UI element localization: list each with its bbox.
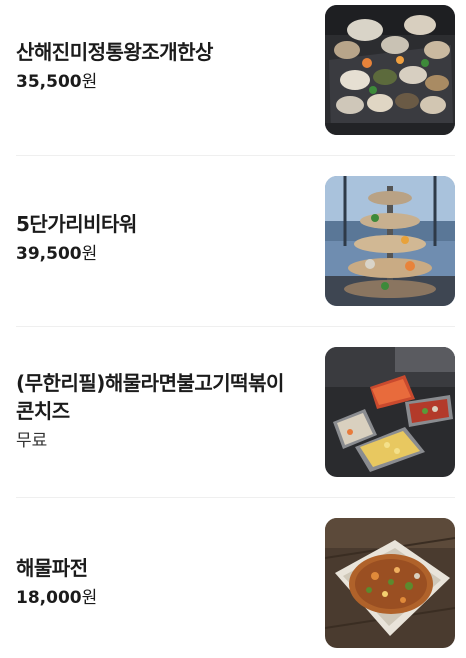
menu-item-info: 산해진미정통왕조개한상 35,500원 [16, 38, 306, 93]
clam-platter-photo-icon [325, 5, 455, 135]
menu-item-unlimited-sides[interactable]: (무한리필)해물라면불고기떡볶이콘치즈 무료 [0, 327, 466, 497]
side-dishes-photo-icon [325, 347, 455, 477]
menu-item-clam-platter[interactable]: 산해진미정통왕조개한상 35,500원 [0, 0, 466, 155]
price-amount: 35,500 [16, 72, 82, 92]
menu-list: 산해진미정통왕조개한상 35,500원 5단가리비타워 39,500원 (무한리… [0, 0, 466, 658]
price-amount: 18,000 [16, 588, 82, 608]
price-amount: 39,500 [16, 244, 82, 264]
menu-item-name: (무한리필)해물라면불고기떡볶이콘치즈 [16, 369, 306, 425]
menu-item-info: (무한리필)해물라면불고기떡볶이콘치즈 무료 [16, 369, 306, 452]
menu-item-scallop-tower[interactable]: 5단가리비타워 39,500원 [0, 156, 466, 326]
price-unit: 원 [81, 244, 98, 264]
price-unit: 원 [81, 72, 98, 92]
price-unit: 원 [81, 588, 98, 608]
menu-item-seafood-pancake[interactable]: 해물파전 18,000원 [0, 498, 466, 658]
menu-item-name-line1: (무한리필)해물라면불고기떡볶이 [16, 371, 284, 395]
menu-item-price: 18,000원 [16, 587, 306, 609]
menu-item-price: 무료 [16, 431, 48, 451]
menu-item-name: 산해진미정통왕조개한상 [16, 40, 213, 64]
menu-item-info: 해물파전 18,000원 [16, 554, 306, 609]
seafood-pancake-image [325, 518, 455, 648]
side-dishes-image [325, 347, 455, 477]
clam-platter-image [325, 5, 455, 135]
menu-item-price: 39,500원 [16, 243, 306, 265]
menu-item-price: 35,500원 [16, 71, 306, 93]
seafood-pancake-photo-icon [325, 518, 455, 648]
menu-item-name-line2: 콘치즈 [16, 399, 70, 423]
scallop-tower-photo-icon [325, 176, 455, 306]
menu-item-name: 5단가리비타워 [16, 212, 137, 236]
menu-item-name: 해물파전 [16, 556, 88, 580]
scallop-tower-image [325, 176, 455, 306]
menu-item-info: 5단가리비타워 39,500원 [16, 210, 306, 265]
